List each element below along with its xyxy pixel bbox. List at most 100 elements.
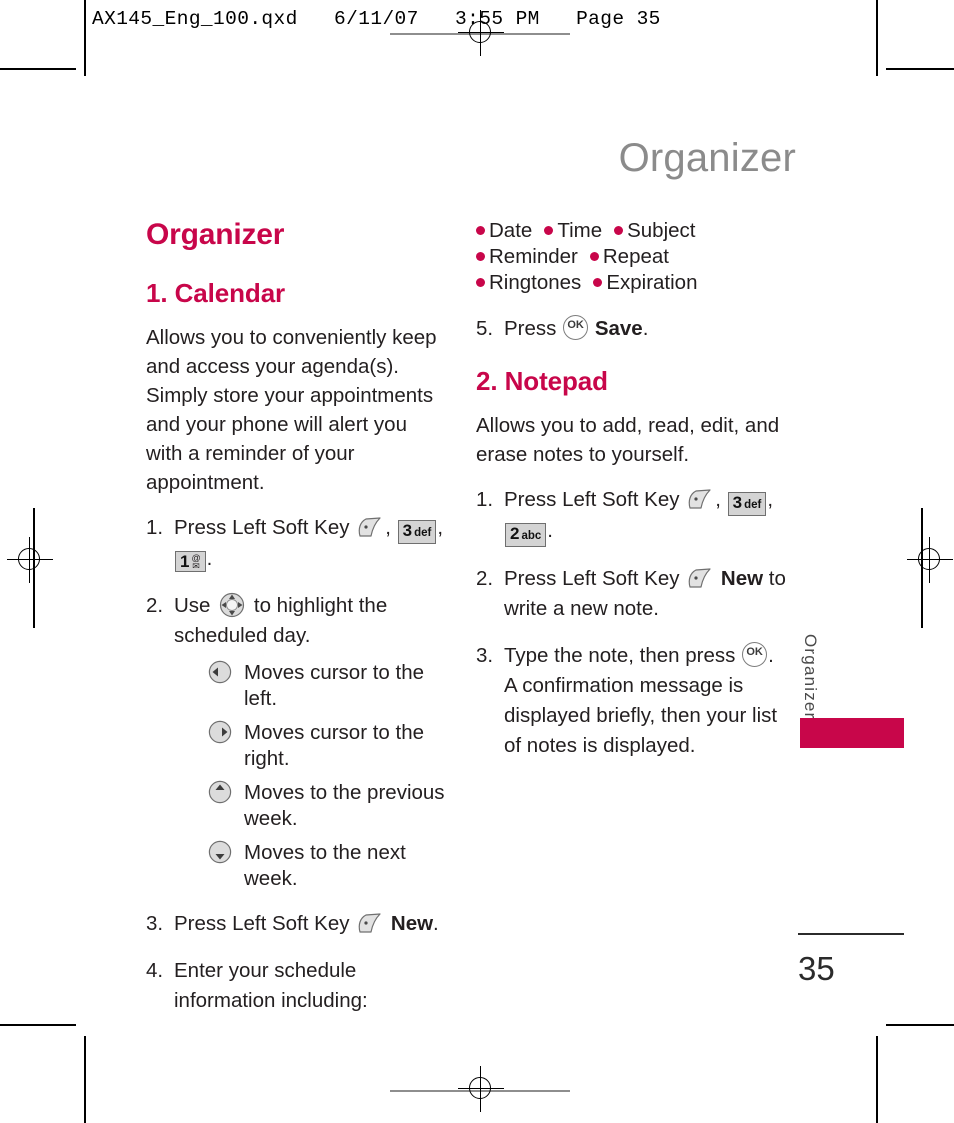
list-item: Ringtones [476,270,581,296]
step-text: Press Left Soft Key [174,516,350,539]
step-text-after: A confirmation message is displayed brie… [504,674,778,757]
bullet-icon [476,226,485,235]
step-text: Press Left Soft Key [504,488,680,511]
navigation-directions-list: Moves cursor to the left. Moves cursor t… [174,660,446,892]
feature-label: Time [557,219,603,242]
notepad-steps-list: 1. Press Left Soft Key , 3def , 2abc . [476,485,786,761]
left-soft-key-icon [687,489,713,510]
keycap-at-envelope-icon: @ ✉ [191,552,201,571]
nav-direction-label: Moves cursor to the left. [244,661,425,710]
step-emphasis: New [390,912,434,935]
folio-rule [798,933,904,935]
ok-key-icon [742,642,768,667]
comma-separator: , [385,516,391,539]
bullet-icon [589,252,599,261]
page-number: 35 [798,950,835,987]
step-item: 3. Type the note, then press . A confirm… [476,641,786,761]
comma-separator: , [437,516,444,539]
list-item: Repeat [589,244,669,270]
keycap-3-def: 3 def [727,492,767,516]
crop-line-bottom-right-vertical [876,1036,878,1123]
nav-right-icon [208,720,232,744]
keycap-digit: 2 [510,524,520,543]
crop-line-top-left-horizontal [0,68,76,70]
crop-line-top-right-vertical [876,0,878,76]
left-column: Organizer 1. Calendar Allows you to conv… [146,218,446,1033]
step-item: 4. Enter your schedule information inclu… [146,956,446,1016]
feature-label: Ringtones [489,271,582,294]
left-soft-key-icon [357,517,383,538]
step-text: Press Left Soft Key [174,912,350,935]
list-item: Subject [614,218,696,244]
step-text: Press Left Soft Key [504,567,680,590]
keycap-3-def: 3 def [397,520,437,544]
feature-label: Subject [627,219,696,242]
schedule-fields-list: Date Time Subject Reminder Repeat Ringtones Ex… [476,218,776,296]
nav-down-icon [208,840,232,864]
step-text: Type the note, then press [504,644,736,667]
bullet-icon [476,252,485,261]
notepad-intro-text: Allows you to add, read, edit, and erase… [476,414,780,466]
subsection-title-notepad: 2. Notepad [476,366,608,396]
feature-label: Expiration [606,271,698,294]
step-trailing: . [206,547,213,570]
left-soft-key-icon [687,568,713,589]
list-item: Moves to the previous week. [206,780,446,832]
registration-mark-right [907,537,953,583]
bullet-icon [544,226,554,235]
calendar-intro-text: Allows you to conveniently keep and acce… [146,326,437,494]
keycap-digit: 3 [732,493,743,512]
comma-separator: , [767,488,774,511]
crop-line-top-left-vertical [84,0,86,76]
right-column: Date Time Subject Reminder Repeat Ringtones Ex… [476,218,786,778]
manual-page: AX145_Eng_100.qxd 6/11/07 3:55 PM Page 3… [0,0,954,1123]
save-step-list: 5. Press Save. [476,314,786,344]
step-number: 2. [476,567,494,590]
feature-label: Repeat [602,245,669,268]
crop-line-bottom-left-horizontal [0,1024,76,1026]
step-number: 2. [146,594,164,617]
step-text: Press [504,317,557,340]
crop-line-bottom-right-horizontal [886,1024,954,1026]
step-item: 2. Use to highlight the scheduled day. M… [146,591,446,892]
step-item: 3. Press Left Soft Key New. [146,909,446,939]
keycap-digit: 1 [180,552,190,571]
step-item: 5. Press Save. [476,314,786,344]
keycap-letters: def [744,499,762,511]
nav-left-icon [208,660,232,684]
ok-key-icon [563,315,589,340]
crop-line-top-right-horizontal [886,68,954,70]
running-head: Organizer [618,136,796,180]
side-tab-label: Organizer [801,634,820,720]
comma-separator: , [715,488,721,511]
list-item: Time [544,218,602,244]
step-number: 3. [146,912,164,935]
registration-mark-bottom [458,1066,504,1112]
keycap-letters: def [414,527,432,539]
left-soft-key-icon [357,913,383,934]
step-number: 3. [476,644,494,667]
list-item: Moves to the next week. [206,840,446,892]
step-trailing: . [768,644,774,667]
nav-up-icon [208,780,232,804]
keycap-1-at: 1 @ ✉ [175,551,206,572]
step-trailing: . [433,912,439,935]
step-number: 1. [146,516,164,539]
step-item: 1. Press Left Soft Key , 3 def , 2 abc . [476,485,786,547]
feature-label: Date [489,219,533,242]
step-trailing: . [547,519,553,542]
list-item: Date [476,218,532,244]
crop-line-bottom-left-vertical [84,1036,86,1123]
step-item: 1. Press Left Soft Key , 3 def , 1 @ ✉ . [146,513,446,574]
nav-direction-label: Moves to the next week. [244,841,406,890]
subsection-title-calendar: 1. Calendar [146,278,286,308]
keycap-digit: 3 [402,521,413,540]
list-item: Moves cursor to the right. [206,720,446,772]
bullet-icon [593,278,603,287]
bullet-icon [476,278,485,287]
list-item: Expiration [593,270,697,296]
step-number: 4. [146,959,164,982]
bullet-icon [614,226,624,235]
registration-mark-left [7,537,53,583]
list-item: Reminder [476,244,578,270]
